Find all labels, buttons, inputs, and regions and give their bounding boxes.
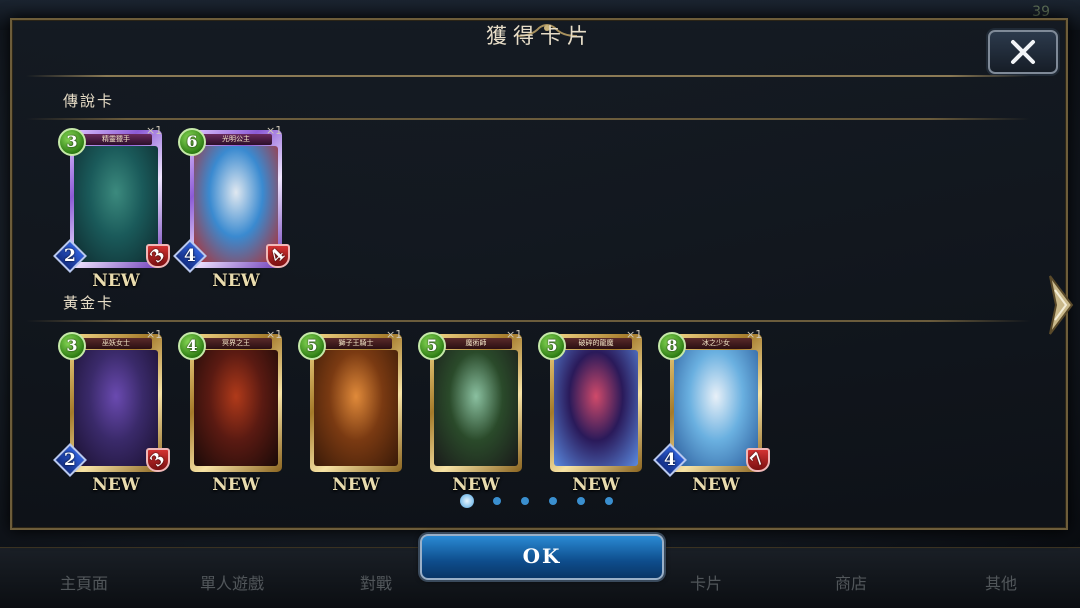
page-dot[interactable] (577, 497, 585, 505)
page-dot[interactable] (521, 497, 529, 505)
nav-battle: 對戰 (360, 574, 393, 593)
card-name: 光明公主 (200, 134, 272, 145)
card-art (194, 350, 278, 466)
card-cost: 6 (178, 128, 206, 156)
section-divider-legendary (26, 118, 1030, 120)
card-cost: 5 (298, 332, 326, 360)
section-divider-gold (26, 320, 1030, 322)
card-count: ×1 (146, 328, 163, 341)
nav-store: 商店 (835, 574, 868, 593)
card[interactable]: 魔術師 5 ×1 NEW (418, 328, 524, 495)
ok-button[interactable]: OK (420, 534, 664, 580)
new-badge: NEW (332, 475, 380, 495)
card-count: ×1 (266, 328, 283, 341)
card-defense-value: 3 (146, 448, 170, 472)
card[interactable]: 冥界之王 4 ×1 NEW (178, 328, 284, 495)
new-badge: NEW (572, 475, 620, 495)
new-badge: NEW (452, 475, 500, 495)
card-art (434, 350, 518, 466)
card-name: 冥界之王 (200, 338, 272, 349)
new-badge: NEW (692, 475, 740, 495)
chevron-right-icon[interactable] (1046, 272, 1076, 338)
card-defense: 3 (146, 244, 170, 268)
card-cost: 8 (658, 332, 686, 360)
section-label-gold: 黃金卡 (63, 294, 115, 312)
new-badge: NEW (92, 271, 140, 291)
new-badge: NEW (212, 475, 260, 495)
card-frame: 獅子王騎士 (310, 334, 402, 472)
page-dot[interactable] (493, 497, 501, 505)
dialog-title: 獲得卡片 (486, 24, 594, 48)
card[interactable]: 光明公主 6 ×1 4 4 NEW (173, 124, 290, 291)
card-attack-value: 2 (64, 246, 76, 266)
new-badge: NEW (212, 271, 260, 291)
card-defense-value: 7 (746, 448, 770, 472)
page-dot[interactable] (549, 497, 557, 505)
card-attack-value: 4 (184, 246, 196, 266)
card[interactable]: 精靈獵手 3 ×1 2 3 NEW (53, 124, 170, 291)
page-dot[interactable] (605, 497, 613, 505)
card[interactable]: 獅子王騎士 5 ×1 NEW (298, 328, 404, 495)
card-frame: 魔術師 (430, 334, 522, 472)
card-cost: 5 (418, 332, 446, 360)
card-cost: 4 (178, 332, 206, 360)
nav-cards: 卡片 (690, 574, 723, 593)
card-frame: 破碎的龍魔 (550, 334, 642, 472)
card-attack-value: 4 (664, 450, 676, 470)
card-defense-value: 4 (266, 244, 290, 268)
card[interactable]: 冰之少女 8 ×1 4 7 NEW (653, 328, 770, 495)
card-count: ×1 (146, 124, 163, 137)
page-dot[interactable] (460, 494, 474, 508)
nav-single-player: 單人遊戲 (200, 574, 265, 593)
card-attack-value: 2 (64, 450, 76, 470)
ok-button-label: OK (522, 544, 562, 568)
card-count: ×1 (386, 328, 403, 341)
card-name: 巫妖女士 (80, 338, 152, 349)
card-cost: 3 (58, 332, 86, 360)
card-count: ×1 (626, 328, 643, 341)
card-name: 獅子王騎士 (320, 338, 392, 349)
card-defense: 4 (266, 244, 290, 268)
nav-home: 主頁面 (60, 574, 109, 593)
card-name: 精靈獵手 (80, 134, 152, 145)
title-divider (26, 75, 1030, 77)
section-label-legendary: 傳說卡 (63, 92, 115, 110)
card-defense: 7 (746, 448, 770, 472)
new-badge: NEW (92, 475, 140, 495)
card-frame: 冥界之王 (190, 334, 282, 472)
card[interactable]: 巫妖女士 3 ×1 2 3 NEW (53, 328, 170, 495)
card-defense: 3 (146, 448, 170, 472)
card-defense-value: 3 (146, 244, 170, 268)
card-name: 破碎的龍魔 (560, 338, 632, 349)
card-count: ×1 (266, 124, 283, 137)
card-art (554, 350, 638, 466)
card[interactable]: 破碎的龍魔 5 ×1 NEW (538, 328, 644, 495)
nav-other: 其他 (985, 574, 1018, 593)
card-count: ×1 (746, 328, 763, 341)
close-icon (1011, 40, 1035, 64)
card-cost: 5 (538, 332, 566, 360)
card-name: 冰之少女 (680, 338, 752, 349)
card-name: 魔術師 (440, 338, 512, 349)
card-count: ×1 (506, 328, 523, 341)
card-art (314, 350, 398, 466)
close-button[interactable] (988, 30, 1058, 74)
card-cost: 3 (58, 128, 86, 156)
